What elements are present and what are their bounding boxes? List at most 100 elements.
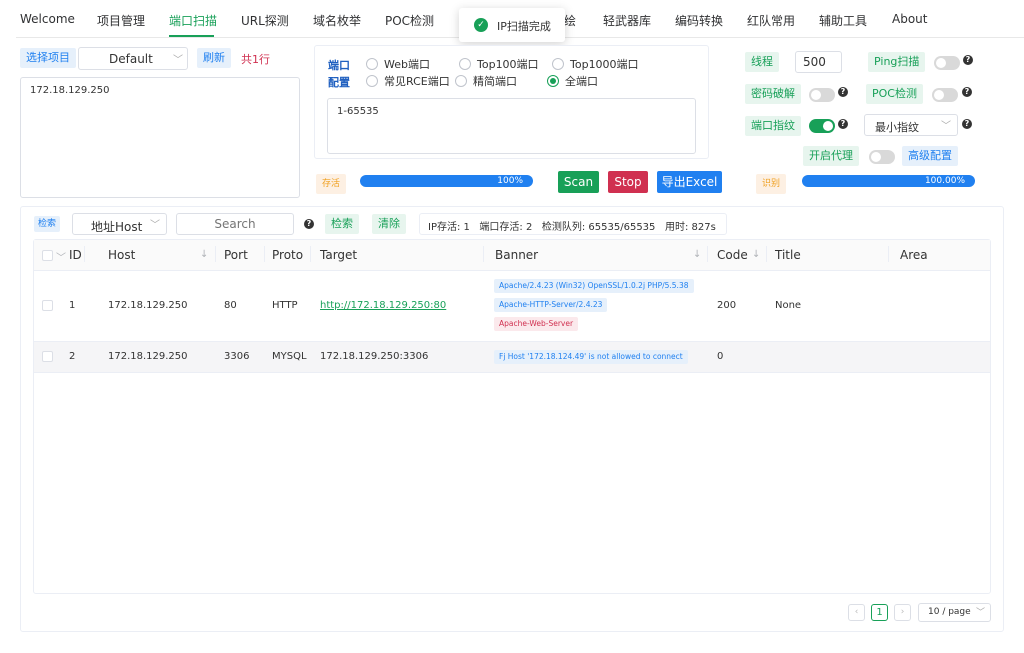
ping-label: Ping扫描 [868,52,926,72]
poc-label: POC检测 [866,84,923,104]
status-box: IP存活: 1 端口存活: 2 检测队列: 65535/65535 用时: 82… [419,213,727,235]
radio-all-ports-label: 全端口 [565,75,598,88]
column-divider [84,246,85,262]
poc-toggle[interactable] [932,88,958,102]
proxy-toggle[interactable] [869,150,895,164]
refresh-button[interactable]: 刷新 [197,48,231,68]
alive-progress-text: 100% [497,176,523,186]
page-number-button[interactable]: 1 [871,604,888,621]
toast: ✓ IP扫描完成 [459,8,565,42]
cell-proto: MYSQL [272,351,307,362]
radio-web-ports[interactable] [366,58,378,70]
column-divider [766,246,767,262]
tab-project-management[interactable]: 项目管理 [97,12,145,29]
radio-rce-ports-label: 常见RCE端口 [384,75,450,88]
toast-text: IP扫描完成 [497,20,551,33]
export-excel-button[interactable]: 导出Excel [657,171,722,193]
status-text: IP存活: 1 端口存活: 2 检测队列: 65535/65535 用时: 82… [428,222,716,233]
identify-progress-text: 100.00% [924,176,965,186]
field-select[interactable]: 地址Host ﹀ [72,213,167,235]
tab-about[interactable]: About [892,12,927,26]
field-select-value: 地址Host [91,220,143,234]
cell-target-link[interactable]: http://172.18.129.250:80 [320,300,446,311]
col-port[interactable]: Port [224,248,248,262]
tab-partial-hidden[interactable]: 绘 [564,12,576,29]
search-input[interactable] [176,213,294,235]
tab-welcome[interactable]: Welcome [20,12,75,26]
targets-textarea[interactable]: 172.18.129.250 [20,77,300,198]
help-icon[interactable]: ? [304,219,314,229]
col-area[interactable]: Area [900,248,928,262]
tab-aux-tools[interactable]: 辅助工具 [819,12,867,29]
column-divider [707,246,708,262]
tab-encoding[interactable]: 编码转换 [675,12,723,29]
alive-progress-bar: 100% [360,175,533,187]
tab-domain-enum[interactable]: 域名枚举 [313,12,361,29]
col-target[interactable]: Target [320,248,357,262]
page-size-select[interactable]: 10 / page ﹀ [918,603,991,622]
radio-top1000[interactable] [552,58,564,70]
port-range-text: 1-65535 [337,106,379,117]
chevron-down-icon: ﹀ [173,55,183,66]
col-banner[interactable]: Banner [495,248,538,262]
radio-all-ports[interactable] [547,75,559,87]
radio-top100[interactable] [459,58,471,70]
stop-button[interactable]: Stop [608,171,648,193]
radio-rce-ports[interactable] [366,75,378,87]
help-icon[interactable]: ? [963,55,973,65]
cell-id: 2 [69,351,76,362]
col-code[interactable]: Code [717,248,748,262]
port-range-textarea[interactable]: 1-65535 [327,98,696,154]
fingerprint-toggle[interactable] [809,119,835,133]
col-id[interactable]: ID [69,248,82,262]
column-divider [888,246,889,262]
banner-tag: Apache/2.4.23 (Win32) OpenSSL/1.0.2j PHP… [494,279,694,293]
clear-button[interactable]: 清除 [372,214,406,234]
cell-proto: HTTP [272,300,298,311]
banner-tag: Apache-Web-Server [494,317,579,331]
sort-icon[interactable]: ↓ [200,249,208,260]
sort-icon[interactable]: ↓ [693,249,701,260]
tab-url-probe[interactable]: URL探测 [241,12,289,29]
cell-host: 172.18.129.250 [108,351,188,362]
col-proto[interactable]: Proto [272,248,303,262]
advanced-config-button[interactable]: 高级配置 [902,146,958,166]
next-page-button[interactable]: › [894,604,911,621]
cell-host: 172.18.129.250 [108,300,188,311]
row-checkbox[interactable] [42,351,53,362]
col-host[interactable]: Host [108,248,135,262]
search-button[interactable]: 检索 [325,214,359,234]
cell-id: 1 [69,300,76,311]
scan-button[interactable]: Scan [558,171,599,193]
ping-toggle[interactable] [934,56,960,70]
tab-redteam[interactable]: 红队常用 [747,12,795,29]
cell-port: 80 [224,300,237,311]
project-select[interactable]: Default ﹀ [78,47,188,70]
threads-label: 线程 [745,52,779,72]
port-label: 端口 [328,59,350,72]
prev-page-button[interactable]: ‹ [848,604,865,621]
help-icon[interactable]: ? [838,87,848,97]
tab-poc-check[interactable]: POC检测 [385,12,434,29]
threads-input[interactable]: 500 [795,51,842,73]
select-all-checkbox[interactable] [42,250,53,261]
row-checkbox[interactable] [42,300,53,311]
cell-code: 0 [717,351,724,362]
sort-icon[interactable]: ↓ [752,249,760,260]
help-icon[interactable]: ? [962,119,972,129]
radio-top1000-label: Top1000端口 [570,58,639,71]
tab-light-weapons[interactable]: 轻武器库 [603,12,651,29]
help-icon[interactable]: ? [838,119,848,129]
threads-value: 500 [803,55,826,69]
tab-port-scan[interactable]: 端口扫描 [169,12,217,29]
radio-web-ports-label: Web端口 [384,58,430,71]
radio-slim-ports[interactable] [455,75,467,87]
radio-slim-ports-label: 精简端口 [473,75,517,88]
chevron-down-icon[interactable]: ﹀ [56,249,66,264]
config-label: 配置 [328,76,350,89]
fingerprint-level-select[interactable]: 最小指纹 ﹀ [864,114,958,136]
help-icon[interactable]: ? [962,87,972,97]
crack-toggle[interactable] [809,88,835,102]
col-title[interactable]: Title [775,248,801,262]
banner-tag: Apache-HTTP-Server/2.4.23 [494,298,608,312]
